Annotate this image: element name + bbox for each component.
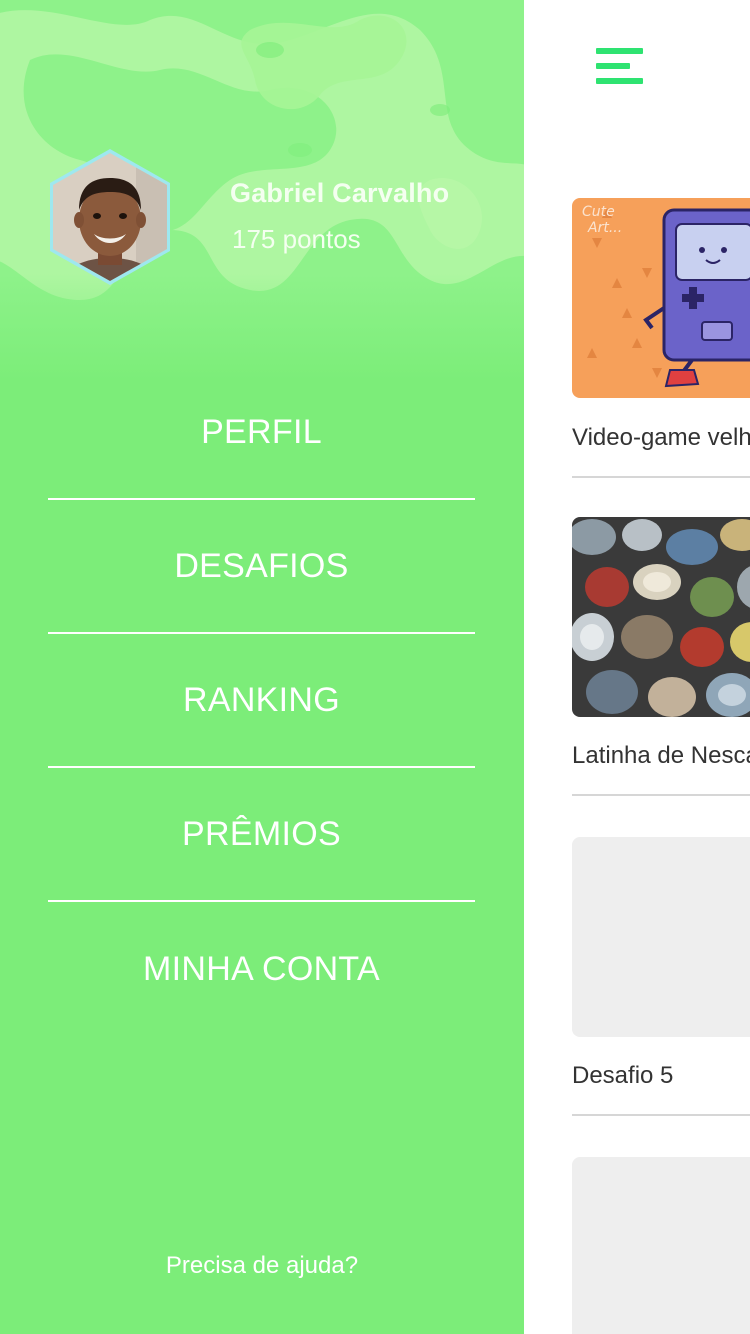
card-divider xyxy=(572,476,750,478)
menu-item-desafios[interactable]: DESAFIOS xyxy=(48,500,475,634)
menu-item-ranking[interactable]: RANKING xyxy=(48,634,475,768)
drawer-menu: PERFIL DESAFIOS RANKING PRÊMIOS MINHA CO… xyxy=(48,366,475,1036)
navigation-drawer: Gabriel Carvalho 175 pontos PERFIL DESAF… xyxy=(0,0,524,1334)
challenge-card-title[interactable]: Desafio 5 xyxy=(572,1062,673,1090)
challenge-card-title[interactable]: Latinha de Nescau xyxy=(572,742,750,770)
user-name: Gabriel Carvalho xyxy=(230,178,450,208)
card-divider xyxy=(572,794,750,796)
user-points: 175 pontos xyxy=(232,224,361,254)
challenge-card-image-videogame[interactable]: Cute Art... xyxy=(572,198,750,398)
user-avatar[interactable] xyxy=(46,148,174,286)
svg-text:Art...: Art... xyxy=(587,220,622,236)
card-divider xyxy=(572,1114,750,1116)
svg-text:Cute: Cute xyxy=(582,204,615,220)
challenge-card-image-cans[interactable] xyxy=(572,517,750,717)
help-link[interactable]: Precisa de ajuda? xyxy=(0,1252,524,1280)
challenge-card-image-placeholder[interactable] xyxy=(572,837,750,1037)
menu-item-perfil[interactable]: PERFIL xyxy=(48,366,475,500)
menu-item-minha-conta[interactable]: MINHA CONTA xyxy=(48,902,475,1036)
menu-item-premios[interactable]: PRÊMIOS xyxy=(48,768,475,902)
hamburger-icon[interactable] xyxy=(596,48,644,84)
challenge-card-image-placeholder[interactable] xyxy=(572,1157,750,1334)
challenge-card-title[interactable]: Video-game velho xyxy=(572,424,750,452)
challenges-screen: Cute Art... Video-game velho Latinha de … xyxy=(524,0,750,1334)
